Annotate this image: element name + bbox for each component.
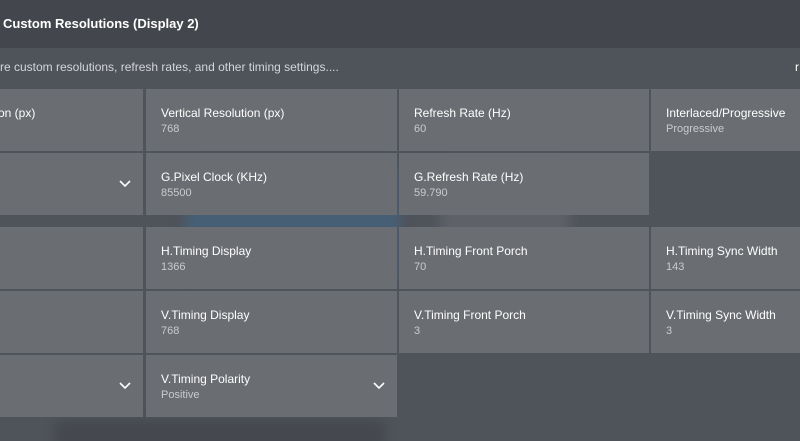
field-value: 59.790 [414,187,448,199]
field-value: 3 [666,325,673,337]
field-label: H.Timing Sync Width [666,244,778,258]
field-label: V.Timing Polarity [161,372,251,386]
v-timing-polarity-dropdown[interactable]: V.Timing Polarity Positive [146,355,397,417]
v-timing-front-porch-field[interactable]: V.Timing Front Porch 3 [399,291,649,353]
field-value: 1366 [161,261,186,273]
interlaced-progressive-field[interactable]: Interlaced/Progressive Progressive [651,89,800,151]
field-value: 143 [666,261,685,273]
h-timing-sync-width-field[interactable]: H.Timing Sync Width 143 [651,227,800,289]
v-timing-sync-width-field[interactable]: V.Timing Sync Width 3 [651,291,800,353]
corner-link[interactable]: r [795,60,800,74]
h-timing-total-field[interactable] [0,227,143,289]
field-label: on (px) [0,106,36,120]
field-label: G.Refresh Rate (Hz) [414,170,524,184]
field-label: V.Timing Sync Width [666,308,776,322]
h-timing-front-porch-field[interactable]: H.Timing Front Porch 70 [399,227,649,289]
field-label: V.Timing Front Porch [414,308,526,322]
chevron-down-icon [119,382,131,390]
field-value: 3 [414,325,421,337]
custom-resolutions-dialog: Custom Resolutions (Display 2) re custom… [0,0,800,441]
refresh-rate-field[interactable]: Refresh Rate (Hz) 60 [399,89,649,151]
v-timing-display-field[interactable]: V.Timing Display 768 [146,291,397,353]
field-label: H.Timing Display [161,244,252,258]
field-value: 70 [414,261,427,273]
field-value: 768 [161,325,180,337]
horizontal-resolution-field[interactable]: on (px) [0,89,143,151]
field-label: V.Timing Display [161,308,250,322]
field-label: Interlaced/Progressive [666,106,786,120]
dialog-header: Custom Resolutions (Display 2) [0,0,800,48]
g-refresh-rate-field[interactable]: G.Refresh Rate (Hz) 59.790 [399,153,649,215]
h-timing-display-field[interactable]: H.Timing Display 1366 [146,227,397,289]
v-timing-total-field[interactable] [0,291,143,353]
h-timing-polarity-dropdown[interactable] [0,355,143,417]
field-value: 60 [414,123,427,135]
field-value: Progressive [666,123,725,135]
chevron-down-icon [373,382,385,390]
field-label: H.Timing Front Porch [414,244,528,258]
dialog-description: re custom resolutions, refresh rates, an… [0,60,339,74]
field-value: 85500 [161,187,192,199]
field-label: Refresh Rate (Hz) [414,106,511,120]
field-value: 768 [161,123,180,135]
field-value: Positive [161,389,200,401]
vertical-resolution-field[interactable]: Vertical Resolution (px) 768 [146,89,397,151]
dialog-title: Custom Resolutions (Display 2) [3,16,199,31]
background-blur [55,420,385,441]
g-pixel-clock-field[interactable]: G.Pixel Clock (KHz) 85500 [146,153,397,215]
field-label: G.Pixel Clock (KHz) [161,170,268,184]
chevron-down-icon [119,180,131,188]
field-label: Vertical Resolution (px) [161,106,285,120]
timing-standard-dropdown[interactable] [0,153,143,215]
